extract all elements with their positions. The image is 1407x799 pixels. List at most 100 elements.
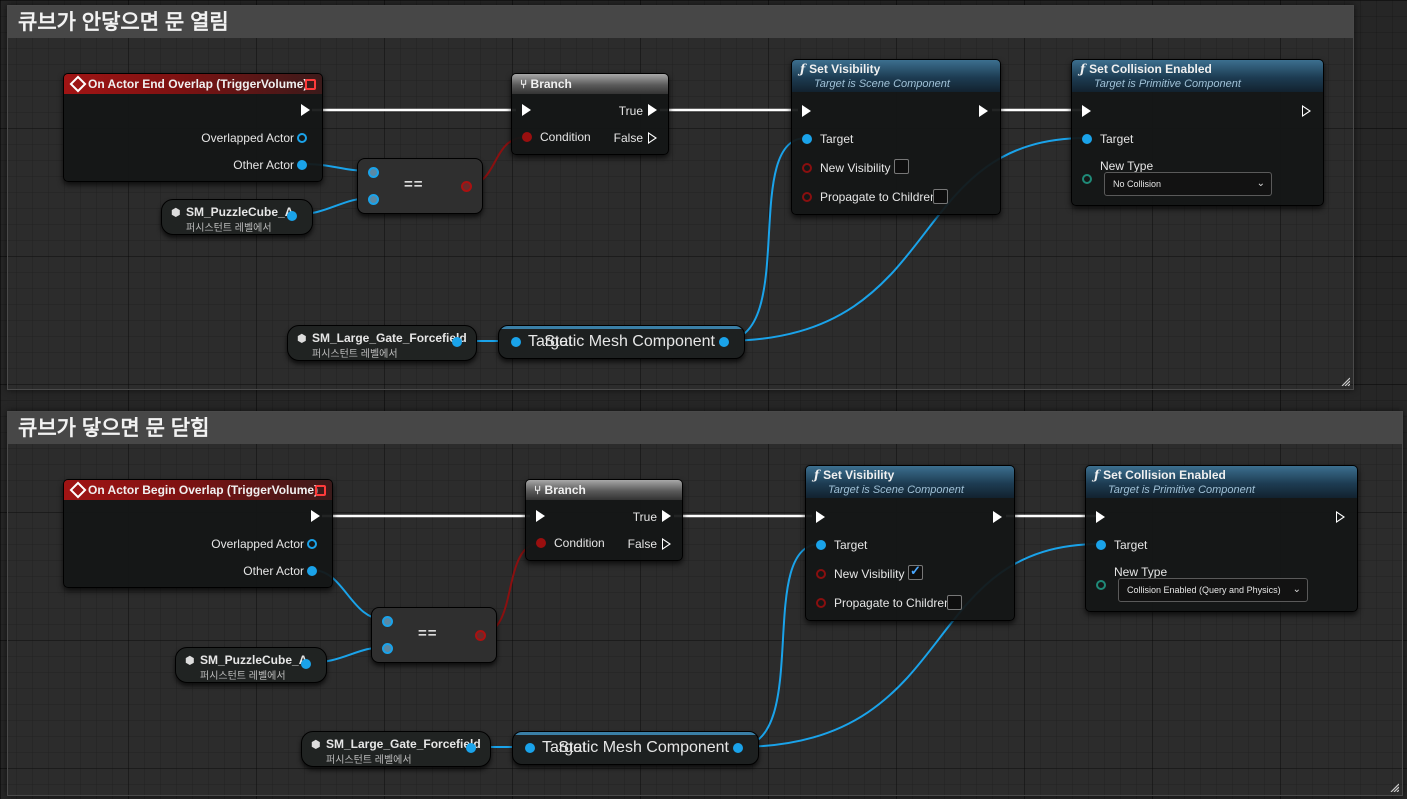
condition-pin[interactable] (536, 538, 546, 548)
cube-ref-name: SM_PuzzleCube_A (186, 205, 294, 219)
overlapped-actor-label: Overlapped Actor (201, 131, 294, 145)
exec-input-pin[interactable] (1082, 105, 1091, 117)
propagate-checkbox[interactable] (947, 595, 962, 610)
exec-input-pin[interactable] (1096, 511, 1105, 523)
event-node[interactable]: On Actor Begin Overlap (TriggerVolume) O… (63, 479, 333, 588)
exec-input-pin[interactable] (522, 104, 531, 116)
cube-ref-output-pin[interactable] (287, 211, 297, 221)
true-exec-pin[interactable] (662, 510, 671, 522)
resize-grip-icon[interactable] (1389, 782, 1399, 792)
propagate-checkbox[interactable] (933, 189, 948, 204)
other-actor-pin[interactable] (297, 160, 307, 170)
exec-output-pin[interactable] (311, 510, 320, 522)
cube-reference-node[interactable]: ⬢ SM_PuzzleCube_A 퍼시스턴트 레벨에서 (175, 647, 327, 683)
target-pin[interactable] (1096, 540, 1106, 550)
other-actor-pin[interactable] (307, 566, 317, 576)
equals-input-a-pin[interactable] (382, 616, 393, 627)
new-type-pin[interactable] (1082, 174, 1092, 184)
static-mesh-getter-node[interactable]: Target Static Mesh Component (512, 731, 759, 765)
exec-input-pin[interactable] (802, 105, 811, 117)
overlapped-actor-label: Overlapped Actor (211, 537, 304, 551)
exec-output-pin[interactable] (1336, 511, 1345, 523)
actor-cube-icon: ⬢ (185, 655, 195, 667)
cube-ref-level: 퍼시스턴트 레벨에서 (200, 671, 286, 682)
gate-reference-node[interactable]: ⬢ SM_Large_Gate_Forcefield 퍼시스턴트 레벨에서 (287, 325, 477, 361)
chevron-down-icon: ⌄ (1256, 178, 1265, 189)
target-pin[interactable] (802, 134, 812, 144)
gate-ref-name: SM_Large_Gate_Forcefield (312, 331, 467, 345)
equals-output-pin[interactable] (461, 181, 472, 192)
true-exec-pin[interactable] (648, 104, 657, 116)
new-type-label: New Type (1114, 565, 1168, 579)
gate-ref-output-pin[interactable] (466, 743, 476, 753)
new-visibility-pin[interactable] (802, 163, 812, 173)
function-icon: ƒ (1080, 62, 1086, 76)
branch-node[interactable]: ⑂ Branch True Condition False (525, 479, 683, 561)
static-mesh-getter-node[interactable]: Target Static Mesh Component (498, 325, 745, 359)
set-collision-node[interactable]: ƒ Set Collision Enabled Target is Primiti… (1071, 59, 1324, 206)
true-label: True (618, 104, 643, 118)
comment-title[interactable]: 큐브가 안닿으면 문 열림 (8, 6, 1353, 38)
close-icon[interactable] (315, 485, 326, 496)
equals-node[interactable]: == (357, 158, 483, 214)
actor-cube-icon: ⬢ (297, 333, 307, 345)
set-visibility-subtitle: Target is Scene Component (828, 484, 964, 496)
set-collision-title: Set Collision Enabled (1103, 468, 1226, 482)
equals-input-b-pin[interactable] (382, 643, 393, 654)
new-visibility-pin[interactable] (816, 569, 826, 579)
cube-reference-node[interactable]: ⬢ SM_PuzzleCube_A 퍼시스턴트 레벨에서 (161, 199, 313, 235)
event-title: On Actor Begin Overlap (TriggerVolume) (88, 483, 319, 497)
equals-node[interactable]: == (371, 607, 497, 663)
condition-pin[interactable] (522, 132, 532, 142)
exec-output-pin[interactable] (979, 105, 988, 117)
gate-reference-node[interactable]: ⬢ SM_Large_Gate_Forcefield 퍼시스턴트 레벨에서 (301, 731, 491, 767)
false-exec-pin[interactable] (662, 538, 671, 550)
gate-ref-level: 퍼시스턴트 레벨에서 (312, 349, 398, 360)
exec-output-pin[interactable] (993, 511, 1002, 523)
getter-output-pin[interactable] (733, 743, 743, 753)
target-pin[interactable] (816, 540, 826, 550)
equals-input-a-pin[interactable] (368, 167, 379, 178)
set-visibility-node[interactable]: ƒ Set Visibility Target is Scene Componen… (805, 465, 1015, 621)
set-visibility-title: Set Visibility (823, 468, 895, 482)
set-collision-subtitle: Target is Primitive Component (1094, 78, 1241, 90)
getter-target-pin[interactable] (525, 743, 535, 753)
branch-node[interactable]: ⑂ Branch True Condition False (511, 73, 669, 155)
exec-input-pin[interactable] (816, 511, 825, 523)
set-visibility-node[interactable]: ƒ Set Visibility Target is Scene Componen… (791, 59, 1001, 215)
new-type-value: Collision Enabled (Query and Physics) (1127, 585, 1281, 595)
set-collision-subtitle: Target is Primitive Component (1108, 484, 1255, 496)
gate-ref-output-pin[interactable] (452, 337, 462, 347)
target-pin[interactable] (1082, 134, 1092, 144)
branch-icon: ⑂ (534, 483, 542, 497)
branch-title: Branch (530, 77, 572, 91)
cube-ref-output-pin[interactable] (301, 659, 311, 669)
close-icon[interactable] (305, 79, 316, 90)
exec-output-pin[interactable] (1302, 105, 1311, 117)
equals-symbol: == (404, 176, 424, 193)
overlapped-actor-pin[interactable] (307, 539, 317, 549)
new-type-pin[interactable] (1096, 580, 1106, 590)
propagate-pin[interactable] (802, 192, 812, 202)
overlapped-actor-pin[interactable] (297, 133, 307, 143)
exec-input-pin[interactable] (536, 510, 545, 522)
resize-grip-icon[interactable] (1340, 376, 1350, 386)
new-type-dropdown[interactable]: Collision Enabled (Query and Physics) ⌄ (1118, 578, 1308, 602)
false-exec-pin[interactable] (648, 132, 657, 144)
set-collision-node[interactable]: ƒ Set Collision Enabled Target is Primiti… (1085, 465, 1358, 612)
getter-output-pin[interactable] (719, 337, 729, 347)
new-visibility-checkbox[interactable] (908, 563, 923, 580)
equals-output-pin[interactable] (475, 630, 486, 641)
target-label: Target (834, 538, 868, 552)
getter-target-pin[interactable] (511, 337, 521, 347)
event-node[interactable]: On Actor End Overlap (TriggerVolume) Ove… (63, 73, 323, 182)
new-type-dropdown[interactable]: No Collision ⌄ (1104, 172, 1272, 196)
exec-output-pin[interactable] (301, 104, 310, 116)
function-icon: ƒ (814, 468, 820, 482)
comment-title[interactable]: 큐브가 닿으면 문 닫힘 (8, 412, 1402, 444)
target-label: Target (820, 132, 854, 146)
equals-input-b-pin[interactable] (368, 194, 379, 205)
new-visibility-checkbox[interactable] (894, 159, 909, 174)
propagate-pin[interactable] (816, 598, 826, 608)
getter-output-label: Static Mesh Component (558, 739, 729, 756)
